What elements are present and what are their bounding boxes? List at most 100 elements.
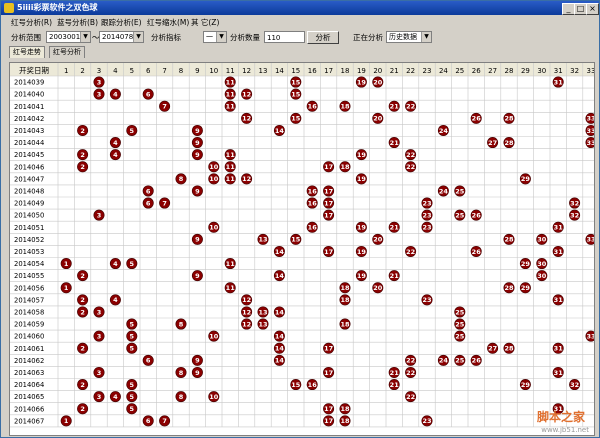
red-ball-number: 14 bbox=[275, 127, 285, 135]
column-header-22: 22 bbox=[406, 67, 415, 75]
red-ball-number: 21 bbox=[390, 381, 400, 389]
red-ball-number: 13 bbox=[258, 236, 267, 244]
menu-other[interactable]: 其 它(Z) bbox=[191, 17, 219, 28]
range-to-select[interactable]: 2014078 ▼ bbox=[99, 31, 144, 43]
menu-blue-analysis[interactable]: 蓝号分析(B) bbox=[57, 17, 98, 28]
row-date: 2014044 bbox=[14, 139, 44, 147]
red-ball-number: 5 bbox=[130, 127, 135, 135]
red-ball-number: 30 bbox=[537, 260, 547, 268]
red-ball-number: 17 bbox=[324, 211, 333, 219]
red-ball-number: 27 bbox=[488, 345, 497, 353]
row-date: 2014063 bbox=[14, 369, 44, 377]
red-ball-number: 3 bbox=[97, 78, 102, 86]
column-header-7: 7 bbox=[162, 67, 166, 75]
red-ball-number: 4 bbox=[113, 90, 118, 98]
chevron-down-icon: ▼ bbox=[421, 32, 431, 42]
red-ball-number: 7 bbox=[162, 103, 167, 111]
red-ball-number: 20 bbox=[373, 78, 383, 86]
row-date: 2014052 bbox=[14, 236, 44, 244]
analyze-button[interactable]: 分析 bbox=[307, 31, 339, 44]
red-ball-number: 9 bbox=[195, 151, 200, 159]
row-date: 2014061 bbox=[14, 345, 44, 353]
red-ball-number: 7 bbox=[162, 199, 167, 207]
red-ball-number: 29 bbox=[521, 175, 531, 183]
red-ball-number: 1 bbox=[64, 417, 69, 425]
red-ball-number: 25 bbox=[455, 211, 465, 219]
range-from-select[interactable]: 2003001 ▼ bbox=[46, 31, 91, 43]
red-ball-number: 12 bbox=[242, 308, 251, 316]
red-ball-number: 14 bbox=[275, 357, 285, 365]
red-ball-number: 6 bbox=[146, 90, 151, 98]
red-ball-number: 9 bbox=[195, 236, 200, 244]
menu-red-reduce[interactable]: 红号缩水(M) bbox=[147, 17, 189, 28]
red-ball-number: 3 bbox=[97, 308, 102, 316]
red-ball-number: 31 bbox=[554, 224, 564, 232]
red-ball-number: 12 bbox=[242, 320, 251, 328]
red-ball-number: 14 bbox=[275, 345, 285, 353]
row-date: 2014057 bbox=[14, 296, 44, 304]
column-header-6: 6 bbox=[146, 67, 151, 75]
column-header-9: 9 bbox=[195, 67, 199, 75]
chevron-down-icon: ▼ bbox=[133, 32, 143, 42]
header-date: 开奖日期 bbox=[19, 65, 49, 75]
trend-grid[interactable]: 开奖日期 1 2 3 4 5 6 7 8 9 10 11 12 13 14 15 16 17 18 19 20 21 22 2… bbox=[9, 62, 595, 436]
close-button[interactable]: × bbox=[586, 3, 599, 15]
red-ball-number: 19 bbox=[357, 248, 367, 256]
menu-track-analysis[interactable]: 跟踪分析(E) bbox=[101, 17, 142, 28]
red-ball-number: 23 bbox=[422, 199, 431, 207]
red-ball-number: 18 bbox=[340, 284, 350, 292]
red-ball-number: 19 bbox=[357, 151, 367, 159]
column-header-8: 8 bbox=[179, 67, 183, 75]
red-ball-number: 18 bbox=[340, 417, 350, 425]
red-ball-number: 15 bbox=[291, 115, 301, 123]
tab-red-analysis[interactable]: 红号分析 bbox=[49, 46, 85, 58]
column-header-15: 15 bbox=[291, 67, 300, 75]
status-select[interactable]: 历史数据 ▼ bbox=[386, 31, 432, 43]
metric-select[interactable]: 一 ▼ bbox=[203, 31, 227, 43]
column-header-16: 16 bbox=[308, 67, 317, 75]
watermark-url: www.jb51.net bbox=[541, 426, 589, 434]
red-ball-number: 11 bbox=[226, 103, 236, 111]
red-ball-number: 22 bbox=[406, 248, 415, 256]
red-ball-number: 24 bbox=[439, 357, 449, 365]
red-ball-number: 28 bbox=[504, 284, 514, 292]
tab-red-trend[interactable]: 红号走势 bbox=[9, 46, 45, 58]
red-ball-number: 15 bbox=[291, 381, 301, 389]
red-ball-number: 31 bbox=[554, 369, 564, 377]
red-ball-number: 3 bbox=[97, 393, 102, 401]
red-ball-number: 15 bbox=[291, 90, 301, 98]
row-date: 2014049 bbox=[14, 200, 44, 208]
red-ball-number: 15 bbox=[291, 78, 301, 86]
red-ball-number: 33 bbox=[586, 332, 594, 340]
red-ball-number: 21 bbox=[390, 369, 400, 377]
red-ball-number: 26 bbox=[472, 248, 482, 256]
red-ball-number: 5 bbox=[130, 332, 135, 340]
red-ball-number: 4 bbox=[113, 139, 118, 147]
title-bar[interactable]: 5iiii彩票软件之双色球 _ □ × bbox=[1, 1, 599, 15]
red-ball-number: 6 bbox=[146, 357, 151, 365]
red-ball-number: 9 bbox=[195, 369, 200, 377]
red-ball-number: 8 bbox=[179, 393, 184, 401]
red-ball-number: 7 bbox=[162, 417, 167, 425]
red-ball-number: 26 bbox=[472, 211, 482, 219]
red-ball-number: 20 bbox=[373, 284, 383, 292]
row-date: 2014040 bbox=[14, 91, 44, 99]
red-ball-number: 22 bbox=[406, 103, 415, 111]
red-ball-number: 29 bbox=[521, 284, 531, 292]
red-ball-number: 30 bbox=[537, 272, 547, 280]
red-ball-number: 19 bbox=[357, 175, 367, 183]
count-input[interactable]: 110 bbox=[264, 31, 305, 43]
red-ball-number: 5 bbox=[130, 345, 135, 353]
red-ball-number: 17 bbox=[324, 417, 333, 425]
red-ball-number: 23 bbox=[422, 211, 431, 219]
menu-red-analysis[interactable]: 红号分析(R) bbox=[11, 17, 52, 28]
red-ball-number: 12 bbox=[242, 115, 251, 123]
row-date: 2014051 bbox=[14, 224, 44, 232]
red-ball-number: 18 bbox=[340, 320, 350, 328]
red-ball-number: 17 bbox=[324, 199, 333, 207]
red-ball-number: 16 bbox=[308, 224, 318, 232]
column-header-18: 18 bbox=[341, 67, 350, 75]
red-ball-number: 21 bbox=[390, 224, 400, 232]
row-date: 2014053 bbox=[14, 248, 44, 256]
column-header-25: 25 bbox=[455, 67, 464, 75]
